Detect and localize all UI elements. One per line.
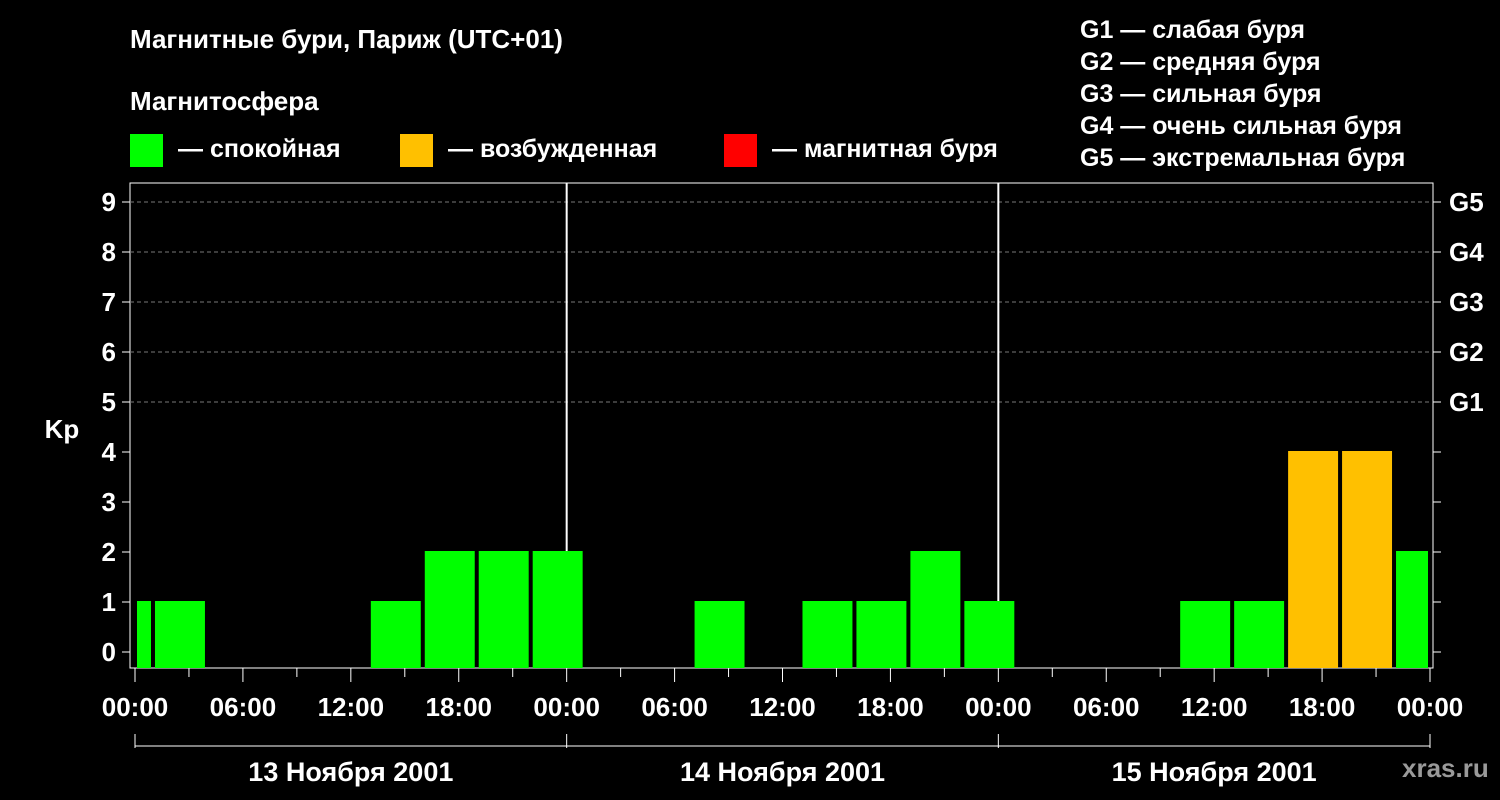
y-tick-label: 6 (102, 337, 116, 367)
x-tick-label: 06:00 (1073, 692, 1140, 722)
y-tick-label: 5 (102, 387, 116, 417)
kp-bar (1180, 601, 1231, 668)
kp-bar (910, 551, 961, 668)
x-tick-label: 12:00 (1181, 692, 1248, 722)
y-tick-label: 4 (102, 437, 117, 467)
x-tick-label: 18:00 (426, 692, 493, 722)
date-label: 13 Ноября 2001 (248, 757, 453, 787)
kp-bar (370, 601, 421, 668)
x-tick-label: 00:00 (965, 692, 1032, 722)
x-tick-label: 00:00 (102, 692, 169, 722)
kp-bar (1288, 451, 1339, 668)
x-tick-label: 18:00 (1289, 692, 1356, 722)
kp-bar (964, 601, 1015, 668)
x-tick-label: 00:00 (533, 692, 600, 722)
x-tick-label: 06:00 (641, 692, 708, 722)
g-scale-label: G4 (1449, 237, 1484, 267)
kp-bar (1234, 601, 1285, 668)
y-tick-label: 7 (102, 287, 116, 317)
date-label: 14 Ноября 2001 (680, 757, 885, 787)
g-scale-label: G1 (1449, 387, 1484, 417)
kp-bar (478, 551, 529, 668)
date-label: 15 Ноября 2001 (1112, 757, 1317, 787)
y-axis-label: Kp (45, 414, 80, 444)
y-tick-label: 3 (102, 487, 116, 517)
kp-bar (1396, 551, 1428, 668)
x-tick-label: 06:00 (210, 692, 277, 722)
kp-bar (856, 601, 907, 668)
g-scale-label: G3 (1449, 287, 1484, 317)
kp-bar-chart: 0 1 2 3 4 5 6 7 8 9 G1 G2 G3 G4 G5 Kp 00:00 06:00 12:00 18:… (45, 182, 1484, 787)
x-tick-label: 18:00 (857, 692, 924, 722)
g-scale-label: G5 (1449, 187, 1484, 217)
kp-bar (532, 551, 583, 668)
plot-frame (129, 182, 1434, 669)
kp-bar (424, 551, 475, 668)
y-tick-label: 8 (102, 237, 116, 267)
kp-bar (694, 601, 745, 668)
watermark: xras.ru (1402, 753, 1489, 783)
y-tick-label: 2 (102, 537, 116, 567)
kp-bar (154, 601, 205, 668)
x-tick-label: 12:00 (749, 692, 816, 722)
y-tick-label: 1 (102, 587, 116, 617)
chart-stage: Магнитные бури, Париж (UTC+01) Магнитосф… (0, 0, 1500, 800)
g-scale-label: G2 (1449, 337, 1484, 367)
kp-bar (802, 601, 853, 668)
x-tick-label: 00:00 (1397, 692, 1464, 722)
x-tick-label: 12:00 (318, 692, 385, 722)
y-tick-label: 9 (102, 187, 116, 217)
kp-bar (1342, 451, 1393, 668)
y-tick-label: 0 (102, 637, 116, 667)
kp-bar (137, 601, 151, 668)
